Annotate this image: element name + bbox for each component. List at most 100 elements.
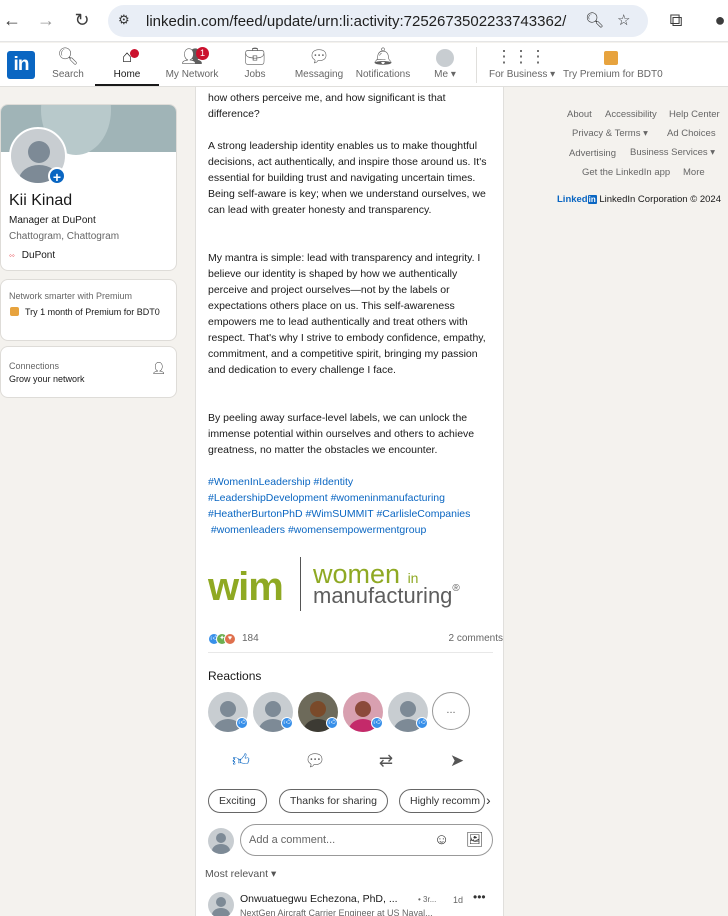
zoom-icon[interactable]: 🔍︎: [585, 11, 604, 29]
linkedin-logo-icon[interactable]: in: [7, 51, 35, 79]
home-icon: ⌂: [121, 47, 133, 66]
post-text-top-1: how others perceive me, and how signific…: [208, 92, 446, 104]
nav-divider: [476, 47, 477, 83]
comment-author-headline: NextGen Aircraft Carrier Engineer at US …: [240, 908, 433, 916]
caret-down-icon: ▾: [710, 147, 716, 158]
footer-link[interactable]: Help Center: [669, 109, 720, 120]
comment-input[interactable]: Add a comment... ☺ 🖼︎: [240, 824, 493, 856]
caret-down-icon: ▾: [270, 868, 277, 880]
bell-icon: 🔔︎: [372, 47, 394, 66]
extensions-icon[interactable]: ⧉: [664, 9, 688, 33]
profile-name[interactable]: Kii Kinad: [9, 192, 72, 210]
footer-link[interactable]: Get the LinkedIn app: [582, 167, 670, 178]
like-button-icon[interactable]: 👍︎: [229, 750, 253, 772]
bookmark-star-icon[interactable]: ☆: [617, 11, 630, 29]
comment-time: 1d: [453, 895, 464, 905]
sort-dropdown[interactable]: Most relevant ▾: [205, 868, 276, 880]
connections-card[interactable]: Connections Grow your network 👤︎: [0, 346, 177, 398]
profile-location: Chattogram, Chattogram: [9, 231, 120, 242]
send-button-icon[interactable]: ➤: [445, 750, 469, 772]
like-badge-icon: 👍︎: [281, 717, 293, 729]
comment-placeholder: Add a comment...: [249, 834, 336, 846]
nav-for-business[interactable]: ⋮⋮⋮ For Business ▾: [489, 47, 556, 80]
avatar: [430, 47, 460, 67]
comment-author[interactable]: Onwuatuegwu Echezona, PhD, ...: [240, 893, 398, 905]
caret-down-icon: ▾: [450, 69, 456, 80]
wim-logo-mark: wim: [208, 565, 284, 609]
forward-arrow-icon[interactable]: →: [34, 9, 58, 33]
chat-icon: 💬︎: [308, 47, 330, 66]
grid-icon: ⋮⋮⋮: [495, 47, 547, 66]
active-tab-indicator: [95, 84, 159, 86]
like-badge-icon: 👍︎: [371, 717, 383, 729]
footer-link[interactable]: Business Services ▾: [630, 147, 715, 158]
emoji-icon[interactable]: ☺: [434, 831, 449, 848]
premium-link[interactable]: Try 1 month of Premium for BDT0: [25, 306, 165, 318]
profile-title: Manager at DuPont: [9, 215, 96, 226]
linkedin-navbar: in 🔍︎ Search ⌂ Home 👥︎ 1 My Network 💼︎ J…: [0, 43, 728, 87]
hashtag-line-2[interactable]: #LeadershipDevelopment #womeninmanufactu…: [208, 490, 503, 506]
divider: [208, 652, 493, 653]
footer-link[interactable]: More: [683, 167, 705, 178]
home-badge: [130, 49, 139, 58]
search-icon: 🔍︎: [57, 47, 79, 66]
social-counts: 👍︎ ✦ ♥ 184 2 comments: [208, 631, 503, 647]
hashtag-line-3[interactable]: #HeatherBurtonPhD #WimSUMMIT #CarlisleCo…: [208, 506, 503, 522]
footer-link[interactable]: Privacy & Terms ▾: [572, 128, 648, 139]
hashtag-line-4[interactable]: #womenleaders #womensempowermentgroup: [208, 522, 503, 538]
more-reactions-button[interactable]: ...: [432, 692, 470, 730]
profile-company[interactable]: ◦◦ DuPont: [9, 250, 55, 261]
reaction-count[interactable]: 184: [242, 633, 259, 644]
premium-card: Network smarter with Premium Try 1 month…: [0, 279, 177, 341]
chevron-right-icon[interactable]: ›: [486, 792, 491, 808]
nav-notifications[interactable]: 🔔︎ Notifications: [354, 47, 412, 80]
premium-icon: [563, 47, 659, 67]
footer-link[interactable]: Ad Choices: [667, 128, 716, 139]
image-icon[interactable]: 🖼︎: [466, 831, 484, 848]
nav-try-premium[interactable]: Try Premium for BDT0: [563, 47, 663, 80]
more-options-icon[interactable]: •••: [473, 890, 486, 904]
like-badge-icon: 👍︎: [416, 717, 428, 729]
caret-down-icon: ▾: [643, 128, 648, 139]
suggestion-chip[interactable]: Thanks for sharing: [279, 789, 388, 813]
caret-down-icon: ▾: [550, 69, 556, 80]
like-badge-icon: 👍︎: [236, 717, 248, 729]
address-bar[interactable]: ⚙ linkedin.com/feed/update/urn:li:activi…: [108, 5, 648, 37]
footer-link[interactable]: Advertising: [569, 148, 616, 159]
connections-title: Connections: [9, 361, 60, 371]
network-badge: 1: [196, 47, 209, 60]
nav-search[interactable]: 🔍︎ Search: [52, 47, 84, 80]
avatar[interactable]: [208, 892, 234, 916]
back-arrow-icon[interactable]: ←: [0, 9, 24, 33]
hashtag-line-1[interactable]: #WomenInLeadership #Identity: [208, 474, 503, 490]
connections-subtitle: Grow your network: [9, 374, 85, 384]
people-icon: 👥︎: [181, 47, 203, 66]
reactions-heading: Reactions: [208, 669, 262, 683]
footer-link[interactable]: Accessibility: [605, 109, 657, 120]
suggestion-chip[interactable]: Highly recomm: [399, 789, 485, 813]
post-paragraph-3: By peeling away surface-level labels, we…: [208, 412, 475, 456]
premium-teaser: Network smarter with Premium: [9, 291, 133, 301]
nav-me[interactable]: Me ▾: [430, 47, 460, 80]
nav-my-network[interactable]: 👥︎ 1 My Network: [163, 47, 221, 80]
add-photo-plus-icon[interactable]: +: [48, 167, 66, 185]
briefcase-icon: 💼︎: [244, 47, 266, 66]
url-text[interactable]: linkedin.com/feed/update/urn:li:activity…: [146, 13, 566, 30]
footer-link[interactable]: About: [567, 109, 592, 120]
nav-home[interactable]: ⌂ Home: [110, 47, 144, 80]
reload-icon[interactable]: ↻: [70, 9, 94, 33]
love-reaction-icon: ♥: [224, 633, 236, 645]
nav-jobs[interactable]: 💼︎ Jobs: [240, 47, 270, 80]
comment-button-icon[interactable]: 💬︎: [303, 750, 327, 772]
post-image-wim-logo[interactable]: wim women in manufacturing®: [208, 557, 498, 617]
nav-messaging[interactable]: 💬︎ Messaging: [293, 47, 345, 80]
comments-count[interactable]: 2 comments: [449, 633, 503, 644]
profile-avatar-icon[interactable]: ●: [712, 9, 728, 33]
suggestion-chip[interactable]: Exciting: [208, 789, 267, 813]
repost-button-icon[interactable]: ⇄: [374, 750, 398, 772]
post-paragraph-2: My mantra is simple: lead with transpare…: [208, 252, 486, 376]
browser-toolbar: ← → ↻ ⚙ linkedin.com/feed/update/urn:li:…: [0, 0, 728, 42]
comment-degree: • 3r...: [418, 895, 437, 904]
feed-post: how others perceive me, and how signific…: [195, 87, 504, 916]
site-settings-icon[interactable]: ⚙: [118, 12, 136, 30]
